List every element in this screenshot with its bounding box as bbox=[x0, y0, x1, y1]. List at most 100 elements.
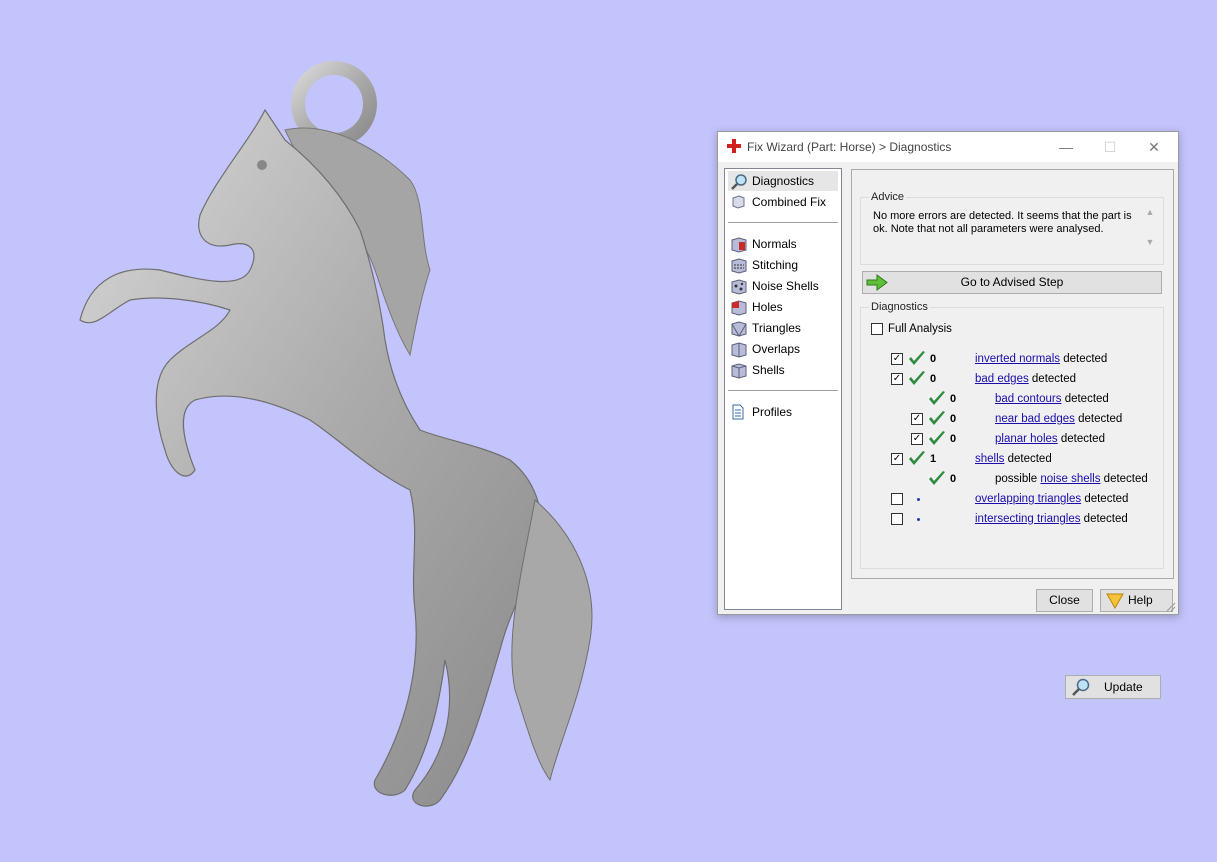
nav-item-label: Shells bbox=[752, 363, 785, 377]
row-checkbox[interactable]: ✓ bbox=[911, 413, 923, 425]
fix-wizard-cross-icon bbox=[727, 139, 741, 153]
nav-item-diagnostics[interactable]: Diagnostics bbox=[728, 171, 838, 191]
row-link[interactable]: overlapping triangles bbox=[975, 493, 1081, 505]
advice-group: Advice No more errors are detected. It s… bbox=[860, 191, 1164, 265]
row-checkbox[interactable] bbox=[891, 493, 903, 505]
row-checkbox[interactable] bbox=[891, 513, 903, 525]
holes-cube-icon bbox=[731, 300, 747, 316]
row-link[interactable]: shells bbox=[975, 453, 1004, 465]
green-check-icon bbox=[929, 471, 945, 485]
green-check-icon bbox=[929, 411, 945, 425]
row-checkbox[interactable]: ✓ bbox=[911, 433, 923, 445]
shells-cube-icon bbox=[731, 363, 747, 379]
row-link[interactable]: intersecting triangles bbox=[975, 513, 1080, 525]
document-icon bbox=[732, 404, 744, 420]
row-text: near bad edges detected bbox=[995, 409, 1122, 429]
green-check-icon bbox=[909, 371, 925, 385]
row-text: overlapping triangles detected bbox=[975, 489, 1128, 509]
diagnostic-row: ✓ 0 bad edges detected bbox=[861, 369, 1161, 389]
title-bar[interactable]: Fix Wizard (Part: Horse) > Diagnostics —… bbox=[718, 132, 1178, 162]
not-analysed-dot-icon bbox=[917, 498, 920, 501]
go-to-advised-step-label: Go to Advised Step bbox=[960, 275, 1064, 289]
green-check-icon bbox=[909, 451, 925, 465]
diagnostic-row: ✓ 0 inverted normals detected bbox=[861, 349, 1161, 369]
diagnostic-row: 0 bad contours detected bbox=[861, 389, 1161, 409]
row-link[interactable]: near bad edges bbox=[995, 413, 1075, 425]
diagnostic-row: ✓ 0 near bad edges detected bbox=[861, 409, 1161, 429]
nav-item-label: Profiles bbox=[752, 405, 793, 419]
nav-item-label: Holes bbox=[752, 300, 783, 314]
diagnostics-panel: Advice No more errors are detected. It s… bbox=[851, 169, 1174, 699]
scroll-down-icon[interactable]: ▼ bbox=[1143, 237, 1157, 247]
row-text: bad contours detected bbox=[995, 389, 1109, 409]
nav-item-holes[interactable]: Holes bbox=[728, 297, 838, 317]
diagnostic-row: overlapping triangles detected bbox=[861, 489, 1161, 509]
row-link[interactable]: planar holes bbox=[995, 433, 1058, 445]
advice-text: No more errors are detected. It seems th… bbox=[870, 206, 1156, 256]
update-label: Update bbox=[1104, 680, 1143, 694]
nav-item-label: Triangles bbox=[752, 321, 801, 335]
row-count: 0 bbox=[930, 353, 937, 365]
row-text: planar holes detected bbox=[995, 429, 1105, 449]
close-window-button[interactable]: ✕ bbox=[1132, 132, 1176, 162]
scroll-up-icon[interactable]: ▲ bbox=[1143, 207, 1157, 217]
overlaps-cube-icon bbox=[731, 342, 747, 358]
nav-item-label: Overlaps bbox=[752, 342, 801, 356]
row-text: shells detected bbox=[975, 449, 1052, 469]
green-arrow-icon bbox=[866, 274, 888, 291]
go-to-advised-step-button[interactable]: Go to Advised Step bbox=[862, 271, 1162, 294]
normals-cube-icon bbox=[731, 237, 747, 253]
diagnostic-row: ✓ 0 planar holes detected bbox=[861, 429, 1161, 449]
checkbox[interactable] bbox=[871, 323, 883, 335]
resize-grip-icon[interactable] bbox=[1166, 602, 1176, 612]
minimize-button[interactable]: — bbox=[1044, 132, 1088, 162]
nav-item-label: Diagnostics bbox=[752, 174, 815, 188]
update-button[interactable]: Update bbox=[1065, 675, 1161, 699]
row-checkbox[interactable]: ✓ bbox=[891, 353, 903, 365]
nav-item-normals[interactable]: Normals bbox=[728, 234, 838, 254]
help-button[interactable]: Help bbox=[1100, 589, 1173, 612]
nav-item-noise-shells[interactable]: Noise Shells bbox=[728, 276, 838, 296]
row-suffix: detected bbox=[1060, 353, 1108, 365]
wizard-step-list: Diagnostics Combined Fix Normals Stitchi… bbox=[724, 168, 842, 610]
green-check-icon bbox=[909, 351, 925, 365]
not-analysed-dot-icon bbox=[917, 518, 920, 521]
nav-item-triangles[interactable]: Triangles bbox=[728, 318, 838, 338]
nav-item-combined-fix[interactable]: Combined Fix bbox=[728, 192, 838, 212]
row-suffix: detected bbox=[1080, 513, 1128, 525]
row-link[interactable]: noise shells bbox=[1040, 473, 1100, 485]
advice-scrollbar[interactable]: ▲ ▼ bbox=[1143, 207, 1157, 257]
nav-item-stitching[interactable]: Stitching bbox=[728, 255, 838, 275]
row-suffix: detected bbox=[1081, 493, 1129, 505]
3d-viewport[interactable] bbox=[0, 0, 700, 859]
row-count: 1 bbox=[930, 453, 937, 465]
green-check-icon bbox=[929, 391, 945, 405]
horse-model bbox=[79, 61, 593, 807]
nav-item-label: Combined Fix bbox=[752, 195, 827, 209]
row-suffix: detected bbox=[1074, 413, 1123, 425]
diagnostic-row: ✓ 1 shells detected bbox=[861, 449, 1161, 469]
noise-shells-cube-icon bbox=[731, 279, 747, 295]
row-count: 0 bbox=[950, 473, 957, 485]
nav-item-profiles[interactable]: Profiles bbox=[728, 402, 838, 422]
nav-item-shells[interactable]: Shells bbox=[728, 360, 838, 380]
row-checkbox[interactable]: ✓ bbox=[891, 453, 903, 465]
magnifier-icon bbox=[1072, 678, 1090, 696]
help-funnel-icon bbox=[1106, 593, 1124, 609]
nav-item-overlaps[interactable]: Overlaps bbox=[728, 339, 838, 359]
full-analysis-label: Full Analysis bbox=[888, 323, 952, 335]
row-text: intersecting triangles detected bbox=[975, 509, 1128, 529]
row-link[interactable]: inverted normals bbox=[975, 353, 1060, 365]
maximize-button[interactable]: ☐ bbox=[1088, 132, 1132, 162]
close-button[interactable]: Close bbox=[1036, 589, 1093, 612]
nav-item-label: Stitching bbox=[752, 258, 799, 272]
nav-separator bbox=[728, 222, 838, 223]
fix-wizard-dialog: Fix Wizard (Part: Horse) > Diagnostics —… bbox=[717, 131, 1179, 699]
row-suffix: detected bbox=[1061, 393, 1109, 405]
window-title: Fix Wizard (Part: Horse) > Diagnostics bbox=[747, 140, 952, 154]
row-checkbox[interactable]: ✓ bbox=[891, 373, 903, 385]
row-link[interactable]: bad edges bbox=[975, 373, 1029, 385]
row-link[interactable]: bad contours bbox=[995, 393, 1062, 405]
triangles-cube-icon bbox=[731, 321, 747, 337]
row-count: 0 bbox=[930, 373, 937, 385]
